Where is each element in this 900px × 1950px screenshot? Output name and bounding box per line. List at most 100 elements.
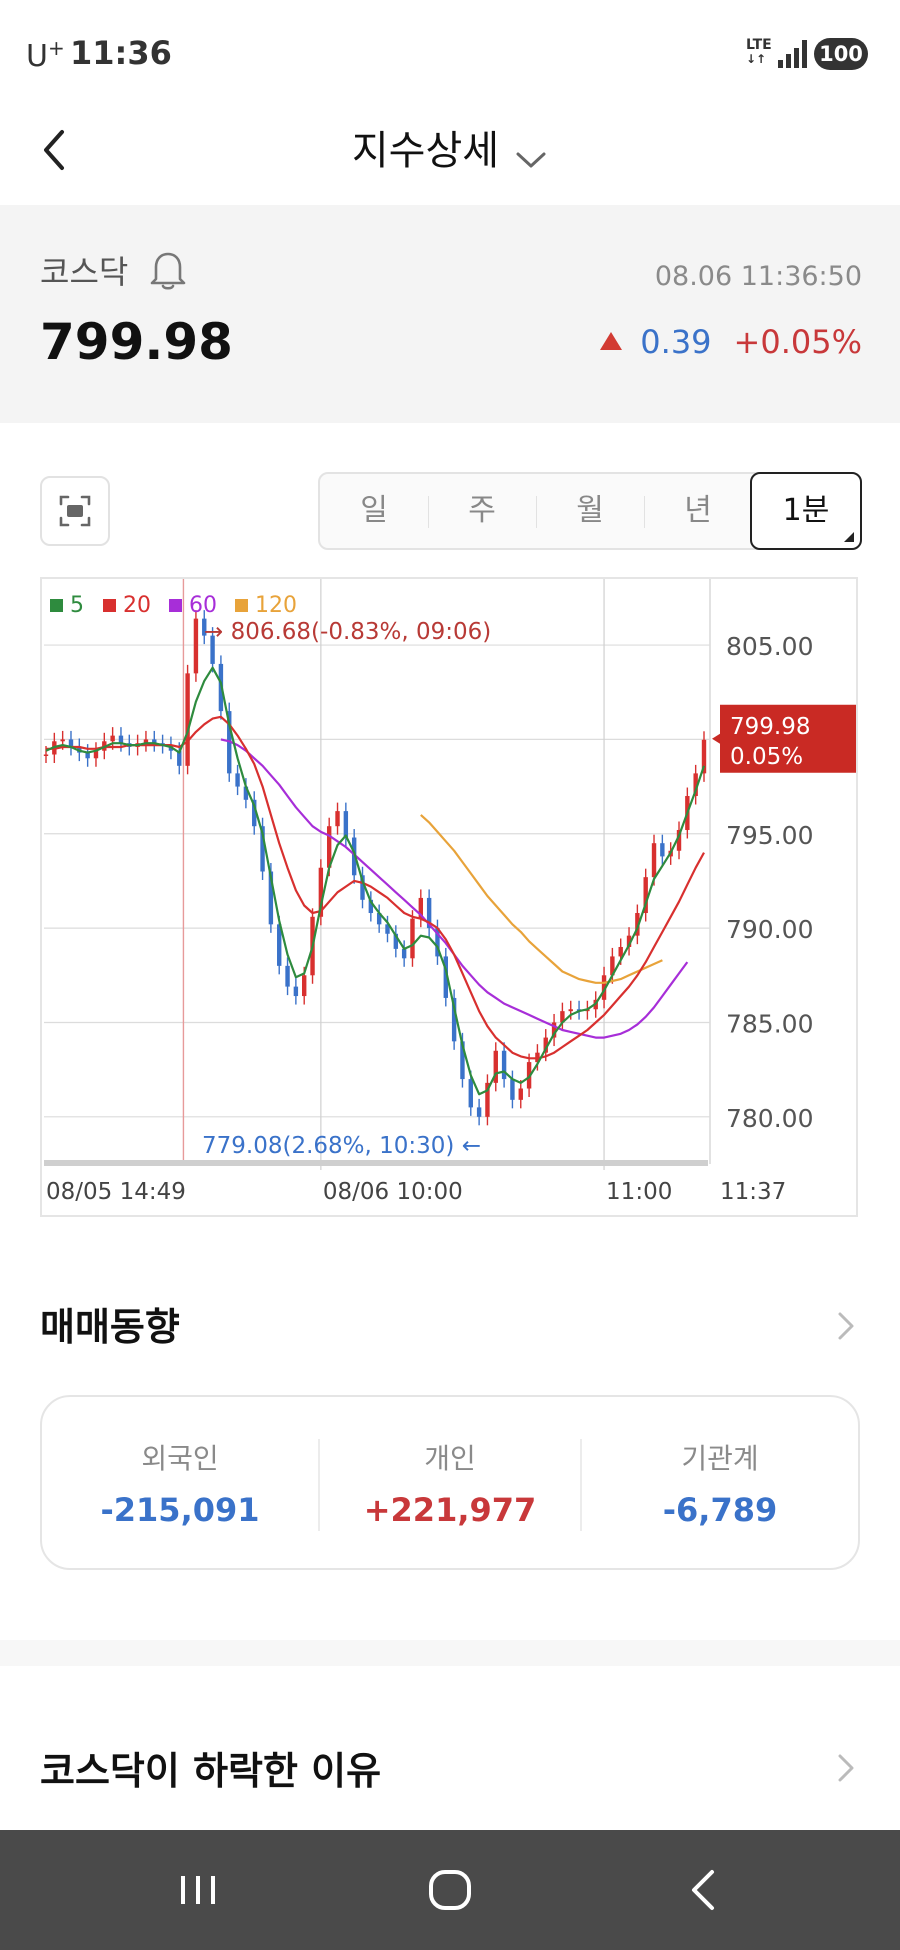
candle-body <box>618 946 623 957</box>
legend-label: 5 <box>70 593 84 618</box>
candle-body <box>193 618 199 674</box>
legend-swatch <box>235 599 248 612</box>
candle-body <box>235 773 240 787</box>
trend-label: 기관계 <box>681 1442 759 1475</box>
trend-more-button[interactable] <box>834 1306 858 1346</box>
high-price-label: → 806.68(-0.83%, 09:06) <box>204 619 491 645</box>
tab-week[interactable]: 주 <box>428 474 536 548</box>
y-tick-label: 795.00 <box>726 821 813 850</box>
legend-swatch <box>103 599 116 612</box>
candle-body <box>118 735 124 744</box>
signal-icon <box>778 40 808 68</box>
capture-icon <box>59 495 91 527</box>
trend-label: 개인 <box>424 1442 476 1475</box>
legend-label: 60 <box>189 593 217 618</box>
candle-body <box>501 1050 507 1080</box>
reason-more-button[interactable] <box>834 1748 858 1788</box>
candle-body <box>476 1107 482 1117</box>
legend-swatch <box>169 599 182 612</box>
candle-body <box>110 735 115 742</box>
tab-month[interactable]: 월 <box>536 474 644 548</box>
change-percent: +0.05% <box>733 323 862 361</box>
y-tick-label: 780.00 <box>726 1104 813 1133</box>
legend-swatch <box>50 599 63 612</box>
x-tick-label: 11:00 <box>606 1179 672 1205</box>
change-amount: 0.39 <box>640 323 712 361</box>
capture-button[interactable] <box>40 476 110 546</box>
y-tick-label: 805.00 <box>726 632 813 661</box>
candle-body <box>43 754 49 756</box>
recent-apps-button[interactable] <box>138 1830 258 1950</box>
index-summary: 코스닥 08.06 11:36:50 799.98 0.39 +0.05% <box>0 205 900 423</box>
ma20-line <box>46 715 705 1060</box>
status-time: 11:36 <box>70 34 172 72</box>
chevron-down-icon <box>516 152 546 167</box>
title-dropdown[interactable]: 지수상세 <box>0 118 900 176</box>
section-divider <box>0 1640 900 1666</box>
candle-body <box>510 1079 515 1100</box>
candle-body <box>660 843 665 857</box>
candle-body <box>302 975 307 997</box>
candle-body <box>651 843 657 878</box>
tab-1min-label: 1분 <box>782 493 830 528</box>
chart-svg: 805.00 795.00 790.00 785.00 780.00 5 20 60 120→ … <box>43 579 856 1205</box>
home-button[interactable] <box>390 1830 510 1950</box>
status-bar: U+ 11:36 LTE ↓↑ 100 <box>0 0 900 100</box>
candle-body <box>185 673 190 766</box>
index-chart[interactable]: 805.00 795.00 790.00 785.00 780.00 5 20 60 120 → … <box>40 577 858 1217</box>
low-price-label: 779.08(2.68%, 10:30) ← <box>202 1133 481 1159</box>
x-tick-label: 08/06 10:00 <box>323 1179 463 1205</box>
trend-value: -6,789 <box>662 1491 778 1529</box>
candle-body <box>410 918 415 959</box>
current-price-value: 799.98 <box>730 714 810 740</box>
trend-institution: 기관계 -6,789 <box>582 1397 858 1568</box>
y-tick-label: 785.00 <box>726 1009 813 1038</box>
x-tick-label: 08/05 14:49 <box>46 1179 186 1205</box>
alert-button[interactable] <box>148 249 188 291</box>
current-price: 799.98 <box>40 313 233 371</box>
tab-year[interactable]: 년 <box>644 474 752 548</box>
reason-title[interactable]: 코스닥이 하락한 이유 <box>40 1740 381 1795</box>
candle-body <box>335 811 340 827</box>
candle-body <box>293 986 299 997</box>
page-title: 지수상세 <box>351 128 500 174</box>
period-selector: 일 주 월 년 1분 <box>318 472 862 550</box>
candle-body <box>568 1009 573 1012</box>
current-price-pct: 0.05% <box>730 744 803 770</box>
legend-label: 20 <box>123 593 151 618</box>
recent-apps-icon <box>181 1876 215 1904</box>
battery-icon: 100 <box>814 38 868 70</box>
chart-scrollbar <box>44 1160 708 1166</box>
candle-body <box>518 1088 523 1100</box>
bell-icon <box>150 252 186 290</box>
legend-label: 120 <box>255 593 297 618</box>
corner-indicator-icon <box>844 532 854 542</box>
chevron-right-icon <box>838 1754 854 1782</box>
up-triangle-icon <box>600 332 623 350</box>
chevron-right-icon <box>838 1312 854 1340</box>
tab-day[interactable]: 일 <box>320 474 428 548</box>
system-nav-bar <box>0 1830 900 1950</box>
trend-label: 외국인 <box>141 1442 219 1475</box>
ma5-line <box>45 666 706 1096</box>
header: 지수상세 <box>0 100 900 205</box>
trend-title[interactable]: 매매동향 <box>40 1296 180 1351</box>
tab-1min[interactable]: 1분 <box>750 472 862 550</box>
candle-body <box>468 1079 473 1108</box>
index-name: 코스닥 <box>40 253 129 291</box>
home-icon <box>429 1870 471 1910</box>
x-tick-label: 11:37 <box>720 1179 786 1205</box>
carrier-label: U+ <box>26 36 65 74</box>
trend-value: -215,091 <box>100 1491 260 1529</box>
candle-body <box>60 739 65 742</box>
trend-card: 외국인 -215,091 개인 +221,977 기관계 -6,789 <box>40 1395 860 1570</box>
price-change: 0.39 +0.05% <box>600 323 862 361</box>
trend-value: +221,977 <box>363 1491 537 1529</box>
nav-back-icon <box>692 1870 714 1910</box>
network-icon: LTE ↓↑ <box>746 37 772 66</box>
trend-foreign: 외국인 -215,091 <box>42 1397 318 1568</box>
y-tick-label: 790.00 <box>726 915 813 944</box>
candle-body <box>343 811 349 838</box>
candle-body <box>401 948 407 959</box>
nav-back-button[interactable] <box>642 1830 762 1950</box>
